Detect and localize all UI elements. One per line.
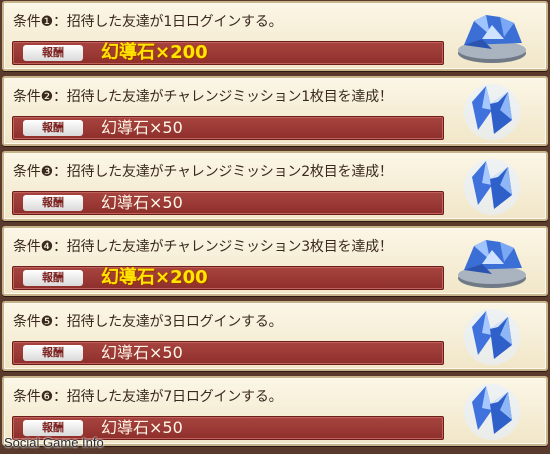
reward-bar: 報酬 幻導石×50	[12, 116, 444, 140]
reward-tag: 報酬	[23, 420, 83, 436]
reward-tag: 報酬	[23, 45, 83, 61]
crystal-bowl-icon	[458, 240, 526, 288]
condition-label: 条件❺：招待した友達が3日ログインする。	[13, 314, 283, 330]
condition-card-5: 条件❺：招待した友達が3日ログインする。 報酬 幻導石×50	[2, 301, 548, 371]
condition-card-2: 条件❷：招待した友達がチャレンジミッション1枚目を達成！ 報酬 幻導石×50	[2, 76, 548, 146]
reward-tag: 報酬	[23, 270, 83, 286]
reward-value: 幻導石×200	[101, 42, 208, 63]
crystal-shards-icon	[464, 384, 520, 440]
reward-value: 幻導石×200	[101, 267, 208, 288]
reward-bar: 報酬 幻導石×50	[12, 341, 444, 365]
reward-bar: 報酬 幻導石×200	[12, 41, 444, 65]
condition-label: 条件❹：招待した友達がチャレンジミッション3枚目を達成！	[13, 239, 393, 255]
condition-card-3: 条件❸：招待した友達がチャレンジミッション2枚目を達成！ 報酬 幻導石×50	[2, 151, 548, 221]
condition-label: 条件❸：招待した友達がチャレンジミッション2枚目を達成！	[13, 164, 393, 180]
condition-card-4: 条件❹：招待した友達がチャレンジミッション3枚目を達成！ 報酬 幻導石×200	[2, 226, 548, 296]
invite-reward-list: 条件❶：招待した友達が1日ログインする。 報酬 幻導石×200 条件❷：招待した…	[0, 0, 550, 454]
reward-tag: 報酬	[23, 345, 83, 361]
crystal-shards-icon	[464, 309, 520, 365]
crystal-shards-icon	[464, 159, 520, 215]
reward-value: 幻導石×50	[101, 118, 183, 137]
condition-label: 条件❷：招待した友達がチャレンジミッション1枚目を達成！	[13, 89, 393, 105]
reward-tag: 報酬	[23, 120, 83, 136]
reward-bar: 報酬 幻導石×200	[12, 266, 444, 290]
reward-bar: 報酬 幻導石×50	[12, 191, 444, 215]
crystal-bowl-icon	[458, 15, 526, 63]
condition-label: 条件❶：招待した友達が1日ログインする。	[13, 14, 283, 30]
reward-value: 幻導石×50	[101, 343, 183, 362]
watermark: Social Game Info	[4, 435, 104, 450]
condition-card-1: 条件❶：招待した友達が1日ログインする。 報酬 幻導石×200	[2, 1, 548, 71]
reward-value: 幻導石×50	[101, 193, 183, 212]
reward-tag: 報酬	[23, 195, 83, 211]
crystal-shards-icon	[464, 84, 520, 140]
reward-value: 幻導石×50	[101, 418, 183, 437]
condition-label: 条件❻：招待した友達が7日ログインする。	[13, 389, 283, 405]
